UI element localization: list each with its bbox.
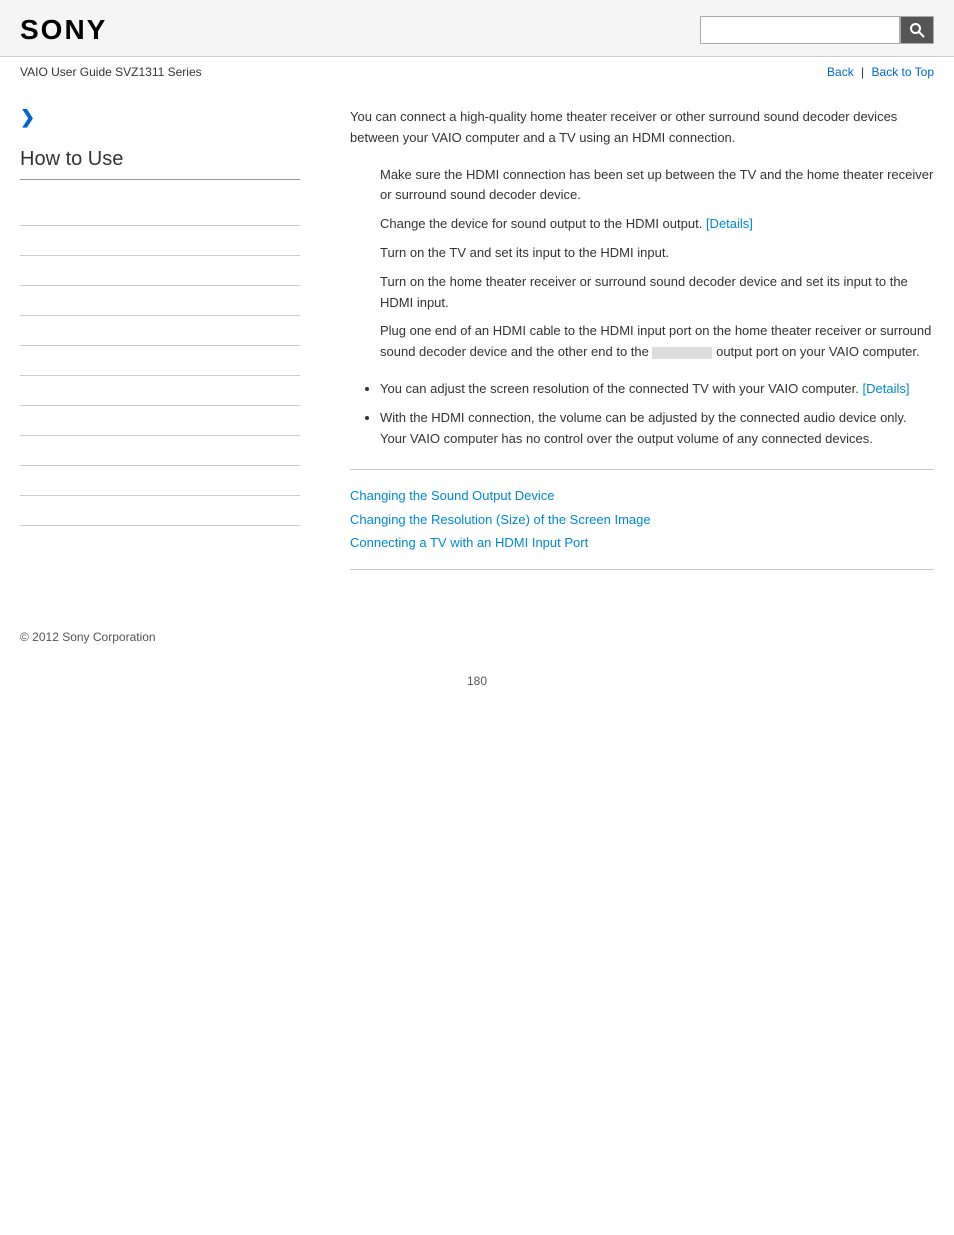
note-1: You can adjust the screen resolution of … <box>380 379 934 400</box>
copyright: © 2012 Sony Corporation <box>20 630 156 644</box>
step-2-text: Change the device for sound output to th… <box>380 216 706 231</box>
sidebar: ❯ How to Use <box>20 87 320 610</box>
sidebar-link[interactable] <box>20 414 23 428</box>
nav-links: Back | Back to Top <box>827 65 934 79</box>
list-item[interactable] <box>20 196 300 226</box>
back-link[interactable]: Back <box>827 65 854 79</box>
related-link-1[interactable]: Changing the Sound Output Device <box>350 484 934 507</box>
list-item[interactable] <box>20 466 300 496</box>
step-1: Make sure the HDMI connection has been s… <box>370 165 934 207</box>
step-2-details-link[interactable]: [Details] <box>706 216 753 231</box>
step-4-text: Turn on the home theater receiver or sur… <box>380 274 908 310</box>
content-intro: You can connect a high-quality home thea… <box>350 107 934 149</box>
sidebar-link[interactable] <box>20 294 23 308</box>
sidebar-link[interactable] <box>20 354 23 368</box>
sidebar-link[interactable] <box>20 234 23 248</box>
sidebar-links <box>20 196 300 526</box>
related-link-3[interactable]: Connecting a TV with an HDMI Input Port <box>350 531 934 554</box>
steps-list: Make sure the HDMI connection has been s… <box>370 165 934 363</box>
search-button[interactable] <box>900 16 934 44</box>
sidebar-title: How to Use <box>20 148 300 180</box>
sidebar-link[interactable] <box>20 504 23 518</box>
list-item[interactable] <box>20 346 300 376</box>
step-3-text: Turn on the TV and set its input to the … <box>380 245 669 260</box>
sidebar-chevron: ❯ <box>20 107 300 128</box>
note-1-details-link[interactable]: [Details] <box>863 381 910 396</box>
step-4: Turn on the home theater receiver or sur… <box>370 272 934 314</box>
page-number: 180 <box>0 664 954 708</box>
list-item[interactable] <box>20 226 300 256</box>
list-item[interactable] <box>20 496 300 526</box>
main-content: ❯ How to Use You can connect a high-qual… <box>0 87 954 610</box>
step-1-text: Make sure the HDMI connection has been s… <box>380 167 933 203</box>
note-1-text: You can adjust the screen resolution of … <box>380 381 863 396</box>
sidebar-link[interactable] <box>20 444 23 458</box>
search-area <box>700 16 934 44</box>
notes-list: You can adjust the screen resolution of … <box>380 379 934 449</box>
separator: | <box>861 65 864 79</box>
sidebar-link[interactable] <box>20 384 23 398</box>
step-3: Turn on the TV and set its input to the … <box>370 243 934 264</box>
list-item[interactable] <box>20 256 300 286</box>
sidebar-link[interactable] <box>20 324 23 338</box>
sidebar-link[interactable] <box>20 204 23 218</box>
inline-blank <box>652 347 712 359</box>
list-item[interactable] <box>20 376 300 406</box>
step-2: Change the device for sound output to th… <box>370 214 934 235</box>
guide-title: VAIO User Guide SVZ1311 Series <box>20 65 202 79</box>
step-5-text-after: output port on your VAIO computer. <box>712 344 919 359</box>
list-item[interactable] <box>20 406 300 436</box>
search-icon <box>909 22 925 38</box>
note-2-text: With the HDMI connection, the volume can… <box>380 410 907 446</box>
breadcrumb-bar: VAIO User Guide SVZ1311 Series Back | Ba… <box>0 57 954 87</box>
list-item[interactable] <box>20 436 300 466</box>
step-5: Plug one end of an HDMI cable to the HDM… <box>370 321 934 363</box>
note-2: With the HDMI connection, the volume can… <box>380 408 934 450</box>
list-item[interactable] <box>20 286 300 316</box>
header: SONY <box>0 0 954 57</box>
sony-logo: SONY <box>20 14 107 46</box>
search-input[interactable] <box>700 16 900 44</box>
footer: © 2012 Sony Corporation <box>0 610 954 664</box>
related-link-2[interactable]: Changing the Resolution (Size) of the Sc… <box>350 508 934 531</box>
list-item[interactable] <box>20 316 300 346</box>
related-section: Changing the Sound Output Device Changin… <box>350 469 934 569</box>
sidebar-link[interactable] <box>20 264 23 278</box>
sidebar-link[interactable] <box>20 474 23 488</box>
back-to-top-link[interactable]: Back to Top <box>872 65 934 79</box>
content-area: You can connect a high-quality home thea… <box>320 87 934 610</box>
